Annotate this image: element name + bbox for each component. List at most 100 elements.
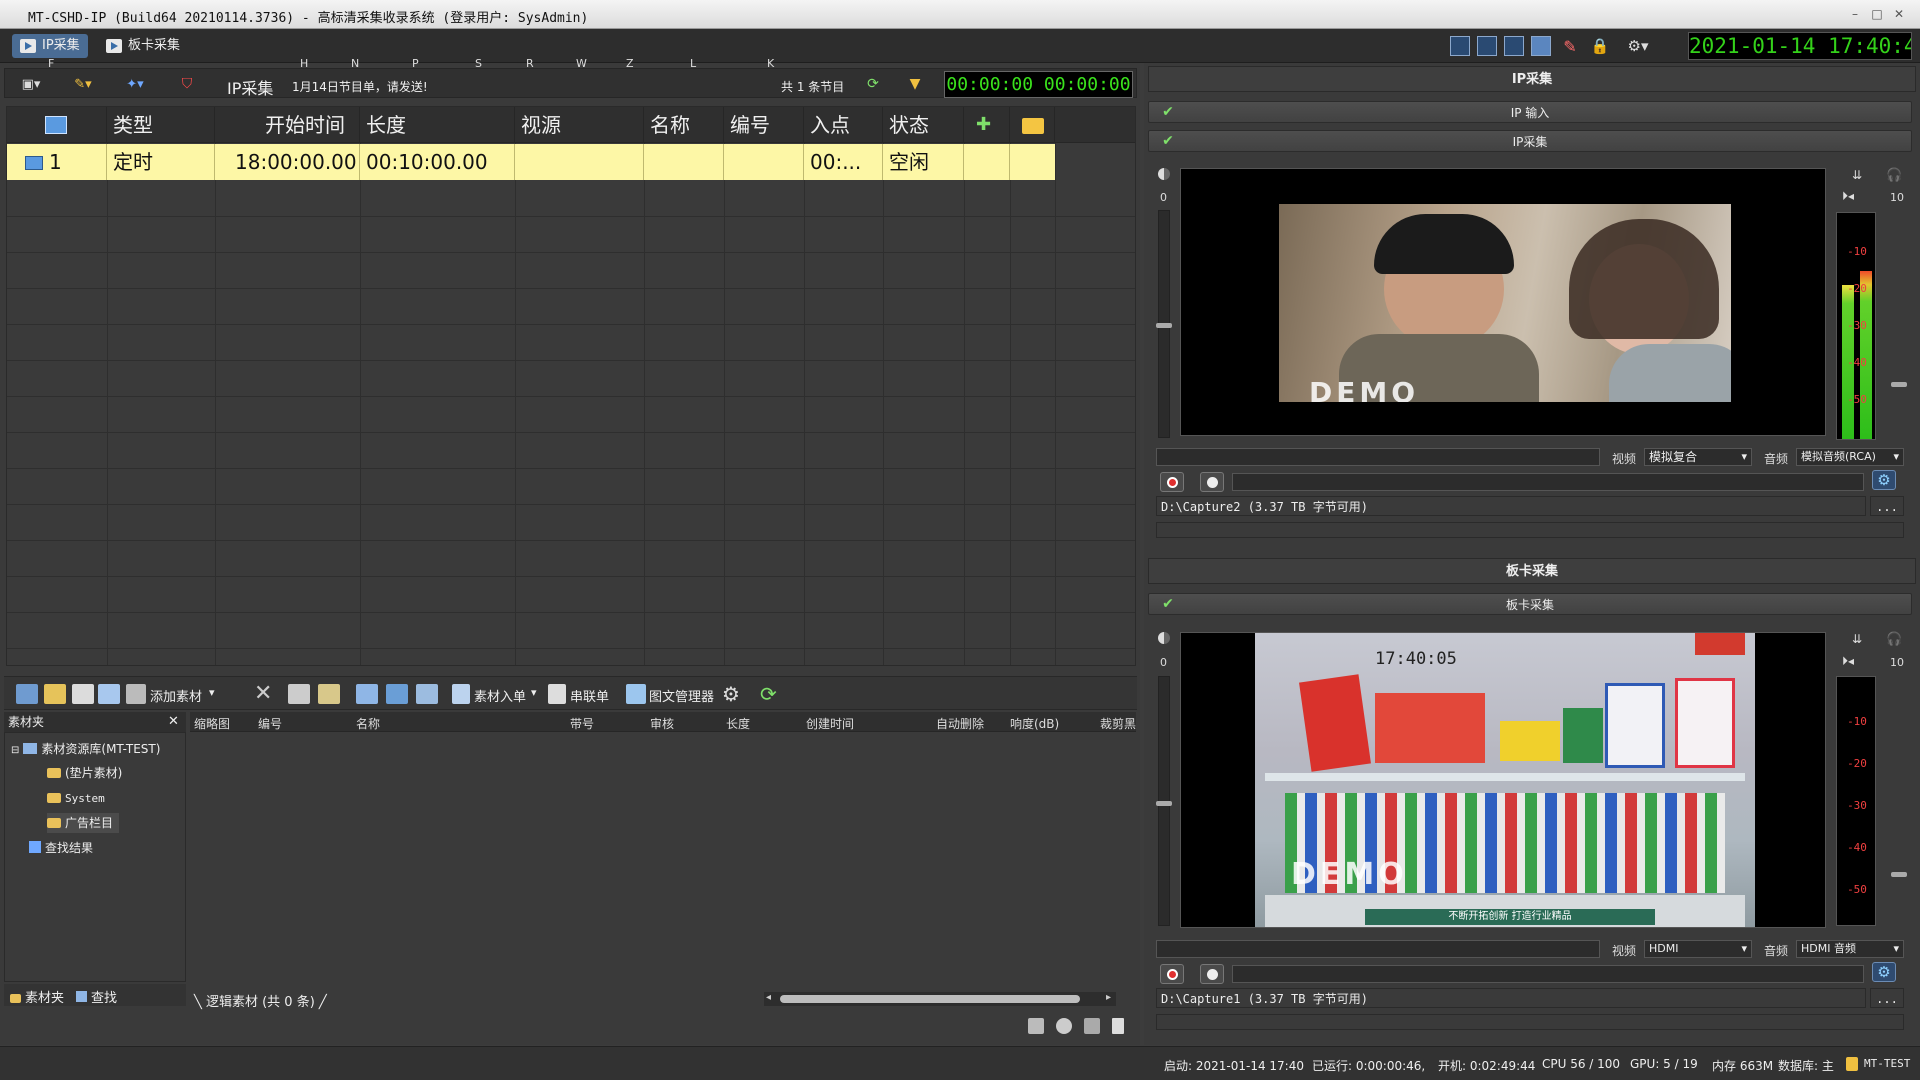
ip-stop-button[interactable]: [1200, 472, 1224, 492]
tree-item-ads[interactable]: 广告栏目: [47, 813, 120, 833]
column-header-review[interactable]: 审核: [650, 715, 674, 732]
scroll-thumb[interactable]: [780, 995, 1080, 1003]
slider-knob[interactable]: [1891, 872, 1907, 877]
column-header-tape[interactable]: 带号: [570, 715, 594, 732]
slider-knob[interactable]: [1156, 323, 1172, 328]
column-header-created[interactable]: 创建时间: [806, 715, 854, 732]
tree-item-filler[interactable]: (垫片素材): [47, 763, 122, 783]
headphone-icon[interactable]: 🎧: [1886, 168, 1902, 183]
tab-card-capture[interactable]: 板卡采集: [98, 34, 188, 58]
graphic-icon[interactable]: [626, 684, 646, 704]
ip-audio-select[interactable]: 模拟音频(RCA): [1796, 448, 1904, 466]
column-header-status[interactable]: 状态: [883, 107, 964, 143]
new-folder-icon[interactable]: [16, 684, 38, 704]
add-material-button[interactable]: 添加素材: [150, 686, 202, 705]
list-view-icon[interactable]: [416, 684, 438, 704]
stamp-icon[interactable]: [288, 684, 310, 704]
refresh-people-icon[interactable]: ⟳: [863, 75, 883, 93]
column-header-pin[interactable]: ✚: [964, 107, 1010, 143]
minimize-icon[interactable]: –: [1846, 6, 1864, 22]
ip-left-slider[interactable]: [1156, 210, 1172, 438]
material-import-dropdown-icon[interactable]: ▾: [531, 686, 537, 699]
panel-icon[interactable]: [72, 684, 94, 704]
material-list[interactable]: [190, 732, 1136, 982]
check-icon[interactable]: ✔: [1161, 105, 1175, 119]
speaker-icon[interactable]: ⏵◂: [1842, 654, 1854, 669]
open-folder-icon[interactable]: [44, 684, 66, 704]
column-header-length[interactable]: 长度: [360, 107, 515, 143]
card-audio-select[interactable]: HDMI 音频: [1796, 940, 1904, 958]
tab-ip-capture[interactable]: IP采集: [12, 34, 88, 58]
layout-columns-icon[interactable]: [1477, 36, 1497, 56]
delete-icon[interactable]: ✕: [254, 681, 272, 706]
column-header-code[interactable]: 编号: [258, 715, 282, 732]
column-header-loudness[interactable]: 响度(dB): [1010, 715, 1059, 732]
table-row[interactable]: 1 定时 18:00:00.00 00:10:00.00 00:... 空闲: [7, 144, 1055, 180]
graphic-manager-button[interactable]: 图文管理器: [649, 686, 714, 705]
card-record-button[interactable]: [1160, 964, 1184, 984]
slider-knob[interactable]: [1891, 382, 1907, 387]
shield-icon[interactable]: ⛉: [177, 75, 197, 93]
close-icon[interactable]: ✕: [1890, 6, 1908, 22]
sync-icon[interactable]: ⟳: [760, 682, 777, 706]
slider-knob[interactable]: [1156, 801, 1172, 806]
audio-route-icon[interactable]: ⇊: [1852, 632, 1862, 646]
magic-dropdown-icon[interactable]: ✦▾: [121, 75, 149, 93]
card-settings-button[interactable]: ⚙: [1872, 962, 1896, 982]
search-icon[interactable]: [98, 684, 120, 704]
tree-item-system[interactable]: System: [47, 788, 105, 808]
tab-folders[interactable]: 素材夹: [10, 987, 64, 1006]
scroll-left-icon[interactable]: ◂: [766, 992, 771, 1003]
ip-record-button[interactable]: [1160, 472, 1184, 492]
audio-route-icon[interactable]: ⇊: [1852, 168, 1862, 182]
card-left-slider[interactable]: [1156, 676, 1172, 926]
detail-view-icon[interactable]: [386, 684, 408, 704]
ip-name-input[interactable]: [1156, 448, 1600, 466]
ip-video-select[interactable]: 模拟复合: [1644, 448, 1752, 466]
speaker-icon[interactable]: ⏵◂: [1842, 189, 1854, 204]
column-header-type[interactable]: 类型: [107, 107, 215, 143]
window-icon[interactable]: [1112, 1018, 1124, 1034]
check-icon[interactable]: ✔: [1161, 597, 1175, 611]
column-header-thumbnail[interactable]: 缩略图: [194, 715, 230, 732]
tree-root[interactable]: ⊟ 素材资源库(MT-TEST): [11, 739, 160, 759]
tree-search-results[interactable]: 查找结果: [29, 838, 93, 858]
layout-rows-icon[interactable]: [1450, 36, 1470, 56]
schedule-grid[interactable]: 类型 开始时间 长度 视源 名称 编号 入点 状态 ✚ 1 定时 18:00:0…: [6, 106, 1136, 666]
layout-single-icon[interactable]: [1531, 36, 1551, 56]
card-browse-button[interactable]: ...: [1870, 988, 1904, 1008]
check-icon[interactable]: ✔: [1161, 134, 1175, 148]
column-header-crop-black[interactable]: 裁剪黑: [1100, 715, 1136, 732]
ip-settings-button[interactable]: ⚙: [1872, 470, 1896, 490]
headphone-icon[interactable]: 🎧: [1886, 632, 1902, 647]
column-header-name[interactable]: 名称: [644, 107, 724, 143]
settings-dropdown-icon[interactable]: ⚙▾: [1622, 36, 1654, 56]
ip-right-slider[interactable]: [1891, 210, 1907, 440]
close-icon[interactable]: ✕: [168, 712, 179, 732]
card-stop-button[interactable]: [1200, 964, 1224, 984]
gear-icon[interactable]: ⚙: [722, 682, 740, 706]
ip-input-bar[interactable]: ✔ IP 输入: [1148, 101, 1912, 123]
ip-browse-button[interactable]: ...: [1870, 496, 1904, 516]
column-header-folder[interactable]: [1010, 107, 1055, 143]
column-header-in-point[interactable]: 入点: [804, 107, 883, 143]
column-header-code[interactable]: 编号: [724, 107, 804, 143]
import-icon[interactable]: [452, 684, 470, 704]
series-button[interactable]: 串联单: [570, 686, 609, 705]
maximize-icon[interactable]: □: [1868, 6, 1886, 22]
column-header-name[interactable]: 名称: [356, 715, 380, 732]
tab-search[interactable]: 查找: [76, 987, 117, 1006]
column-header-icon[interactable]: [7, 107, 107, 143]
book-dropdown-icon[interactable]: ▣▾: [17, 75, 45, 93]
collapse-icon[interactable]: ⊟: [11, 745, 19, 756]
folder-tree[interactable]: ⊟ 素材资源库(MT-TEST) (垫片素材) System 广告栏目 查找结果: [4, 732, 186, 982]
column-header-auto-delete[interactable]: 自动删除: [936, 715, 984, 732]
scroll-right-icon[interactable]: ▸: [1106, 992, 1111, 1003]
card-capture-bar[interactable]: ✔ 板卡采集: [1148, 593, 1912, 615]
add-material-dropdown-icon[interactable]: ▾: [209, 686, 215, 699]
column-header-start[interactable]: 开始时间: [215, 107, 360, 143]
column-header-source[interactable]: 视源: [515, 107, 644, 143]
list-tab-logical[interactable]: ╲ 逻辑素材 (共 0 条) ╱: [194, 991, 327, 1010]
card-name-input[interactable]: [1156, 940, 1600, 958]
material-import-button[interactable]: 素材入单: [474, 686, 526, 705]
